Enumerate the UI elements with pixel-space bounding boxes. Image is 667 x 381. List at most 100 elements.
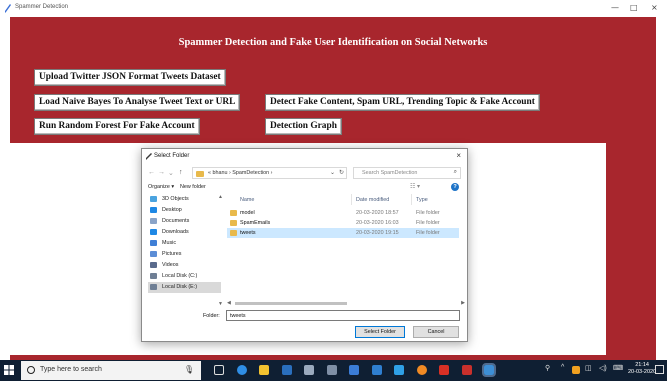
folder-field-label: Folder:: [203, 313, 220, 319]
forward-arrow-icon[interactable]: →: [158, 169, 165, 176]
scroll-right-icon[interactable]: ▶: [461, 300, 465, 306]
up-arrow-icon[interactable]: ↑: [179, 169, 183, 176]
taskbar-clock[interactable]: 21:14 20-03-2020: [628, 362, 656, 376]
window-left-edge: [0, 17, 10, 355]
detect-fake-content-button[interactable]: Detect Fake Content, Spam URL, Trending …: [265, 94, 540, 111]
folder-icon: [196, 171, 204, 177]
chevron-down-icon[interactable]: ⌄: [330, 169, 335, 176]
column-header-date[interactable]: Date modified: [356, 197, 389, 203]
tray-chevron-icon[interactable]: ^: [561, 364, 564, 371]
network-icon[interactable]: ◫: [585, 364, 592, 372]
notification-icon[interactable]: [655, 365, 664, 374]
folder-icon: [230, 220, 237, 226]
cube-icon: [150, 196, 157, 202]
naive-bayes-button[interactable]: Load Naive Bayes To Analyse Tweet Text o…: [34, 94, 241, 111]
videos-icon: [150, 262, 157, 268]
app-icon[interactable]: [394, 365, 404, 375]
refresh-icon[interactable]: ↻: [339, 169, 344, 176]
pdf-icon[interactable]: [439, 365, 449, 375]
file-list: Name Date modified Type model 20-03-2020…: [227, 194, 467, 299]
app-heading: Spammer Detection and Fake User Identifi…: [178, 37, 488, 48]
nav-item-music[interactable]: Music: [148, 238, 221, 249]
taskbar: Type here to search 🎙 ⚲ ^ ◫ ◁) ⌨ 21:14 2…: [0, 360, 667, 381]
word-icon[interactable]: [349, 365, 359, 375]
drive-icon: [150, 284, 157, 290]
nav-item-local-disk-e[interactable]: Local Disk (E:): [148, 282, 221, 293]
organize-menu[interactable]: Organize ▾: [148, 184, 174, 190]
music-icon: [150, 240, 157, 246]
python-icon[interactable]: [482, 363, 496, 377]
people-icon[interactable]: ⚲: [545, 364, 550, 372]
microphone-icon[interactable]: 🎙: [184, 365, 194, 374]
scrollbar-thumb[interactable]: [235, 302, 347, 305]
help-icon[interactable]: ?: [451, 183, 459, 191]
feather-icon: [5, 4, 11, 13]
upload-dataset-button[interactable]: Upload Twitter JSON Format Tweets Datase…: [34, 69, 226, 86]
app-icon[interactable]: [304, 365, 314, 375]
search-icon: ⌕: [453, 169, 457, 175]
navigation-pane: 3D Objects Desktop Documents Downloads M…: [148, 194, 227, 307]
clock-time: 21:14: [635, 362, 649, 368]
file-row-model[interactable]: model 20-03-2020 18:57 File folder: [227, 208, 459, 218]
nav-item-desktop[interactable]: Desktop: [148, 205, 221, 216]
nav-item-pictures[interactable]: Pictures: [148, 249, 221, 260]
taskbar-search-placeholder: Type here to search: [40, 366, 102, 373]
tray-app-icon[interactable]: [572, 366, 580, 374]
select-folder-dialog: Select Folder × ← → ⌄ ↑ « bhanu › SpamDe…: [141, 148, 468, 342]
scroll-up-icon[interactable]: ▲: [218, 194, 223, 200]
scroll-left-icon[interactable]: ◀: [227, 300, 231, 306]
nav-scrollbar[interactable]: ▲ ▼: [218, 194, 223, 307]
nav-item-local-disk-c[interactable]: Local Disk (C:): [148, 271, 221, 282]
window-titlebar: Spammer Detection — □ ×: [0, 0, 667, 17]
windows-start-icon[interactable]: [4, 365, 14, 375]
app-panel-right: [606, 143, 656, 355]
close-button[interactable]: ×: [651, 3, 658, 12]
random-forest-button[interactable]: Run Random Forest For Fake Account: [34, 118, 200, 135]
scroll-down-icon[interactable]: ▼: [218, 301, 223, 307]
column-divider[interactable]: [351, 194, 352, 205]
file-row-spamemails[interactable]: SpamEmails 20-03-2020 16:03 File folder: [227, 218, 459, 228]
pictures-icon: [150, 251, 157, 257]
dialog-toolbar: Organize ▾ New folder ☷ ▾ ?: [142, 182, 467, 193]
column-header-type[interactable]: Type: [416, 197, 428, 203]
nav-item-downloads[interactable]: Downloads: [148, 227, 221, 238]
maximize-button[interactable]: □: [630, 3, 638, 12]
volume-icon[interactable]: ◁): [599, 364, 607, 372]
file-row-tweets[interactable]: tweets 20-03-2020 19:15 File folder: [227, 228, 459, 238]
view-options-icon[interactable]: ☷ ▾: [410, 183, 420, 190]
app-icon[interactable]: [372, 365, 382, 375]
file-explorer-icon[interactable]: [259, 365, 269, 375]
select-folder-button[interactable]: Select Folder: [355, 326, 405, 338]
dialog-close-button[interactable]: ×: [456, 151, 461, 160]
task-view-icon[interactable]: [214, 365, 224, 375]
language-icon[interactable]: ⌨: [613, 364, 623, 372]
folder-icon: [230, 230, 237, 236]
minimize-button[interactable]: —: [611, 3, 619, 12]
back-arrow-icon[interactable]: ←: [148, 169, 155, 176]
search-input[interactable]: Search SpamDetection ⌕: [353, 167, 461, 179]
nav-item-videos[interactable]: Videos: [148, 260, 221, 271]
dialog-nav-row: ← → ⌄ ↑ « bhanu › SpamDetection › ⌄ ↻ Se…: [142, 166, 467, 180]
app-icon[interactable]: [327, 365, 337, 375]
detection-graph-button[interactable]: Detection Graph: [265, 118, 342, 135]
recent-dropdown-icon[interactable]: ⌄: [168, 169, 174, 177]
new-folder-button[interactable]: New folder: [180, 184, 206, 190]
nav-item-documents[interactable]: Documents: [148, 216, 221, 227]
search-placeholder: Search SpamDetection: [362, 170, 418, 176]
store-icon[interactable]: [282, 365, 292, 375]
cancel-button[interactable]: Cancel: [413, 326, 459, 338]
column-header-name[interactable]: Name: [240, 197, 254, 203]
feather-icon: [146, 153, 152, 160]
horizontal-scrollbar[interactable]: ◀ ▶: [227, 300, 465, 307]
chrome-icon[interactable]: [417, 365, 427, 375]
clock-date: 20-03-2020: [628, 369, 657, 375]
nav-item-3d-objects[interactable]: 3D Objects: [148, 194, 221, 205]
app-panel: Spammer Detection and Fake User Identifi…: [10, 17, 656, 150]
app-icon[interactable]: [462, 365, 472, 375]
column-divider[interactable]: [411, 194, 412, 205]
folder-input[interactable]: tweets: [226, 310, 460, 321]
address-bar[interactable]: « bhanu › SpamDetection › ⌄ ↻: [192, 167, 347, 179]
taskbar-search[interactable]: Type here to search 🎙: [21, 361, 201, 380]
dialog-title: Select Folder: [154, 153, 190, 159]
edge-icon[interactable]: [237, 365, 247, 375]
